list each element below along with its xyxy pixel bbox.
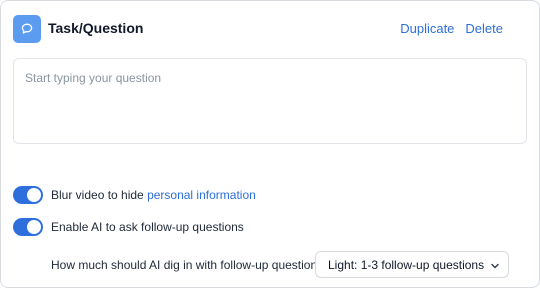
card-title: Task/Question: [48, 20, 144, 36]
followup-depth-label: How much should AI dig in with follow-up…: [51, 258, 330, 272]
followup-depth-row: How much should AI dig in with follow-up…: [51, 251, 509, 279]
blur-video-row: Blur video to hide personal information: [13, 186, 256, 204]
enable-ai-toggle[interactable]: [13, 218, 43, 236]
personal-information-link[interactable]: personal information: [147, 188, 256, 202]
card-actions: Duplicate Delete: [400, 21, 503, 36]
chevron-down-icon: [491, 263, 499, 269]
followup-depth-select[interactable]: Light: 1-3 follow-up questions: [315, 251, 509, 278]
delete-button[interactable]: Delete: [465, 21, 503, 36]
toggle-knob: [27, 188, 41, 202]
task-question-card: Task/Question Duplicate Delete Blur vide…: [0, 0, 540, 288]
followup-depth-value: Light: 1-3 follow-up questions: [328, 257, 485, 272]
blur-video-label-text: Blur video to hide: [51, 188, 148, 202]
enable-ai-row: Enable AI to ask follow-up questions: [13, 218, 244, 236]
blur-video-toggle[interactable]: [13, 186, 43, 204]
question-input[interactable]: [13, 58, 527, 144]
card-header: Task/Question Duplicate Delete: [13, 15, 527, 43]
toggle-knob: [27, 220, 41, 234]
duplicate-button[interactable]: Duplicate: [400, 21, 454, 36]
chat-bubble-icon: [13, 15, 41, 43]
enable-ai-label: Enable AI to ask follow-up questions: [51, 220, 244, 234]
blur-video-label: Blur video to hide personal information: [51, 188, 256, 202]
